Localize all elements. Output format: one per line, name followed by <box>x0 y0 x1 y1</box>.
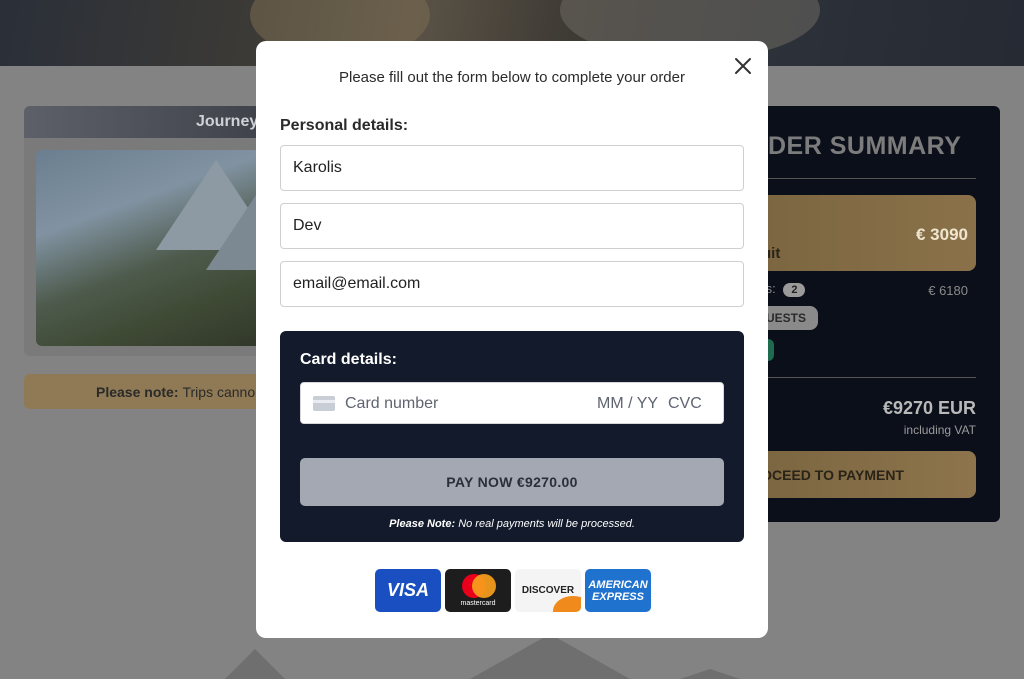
order-summary-title: DER SUMMARY <box>768 132 962 160</box>
credit-card-icon <box>313 396 335 411</box>
card-input-field[interactable]: Card number MM / YY CVC <box>300 382 724 424</box>
amex-wordmark-line1: AMERICAN <box>588 578 648 591</box>
payment-note: Please Note: No real payments will be pr… <box>280 518 744 530</box>
summary-trip-price: € 3090 <box>916 225 968 244</box>
card-number-placeholder[interactable]: Card number <box>345 395 438 413</box>
summary-divider <box>740 178 976 179</box>
card-details-label: Card details: <box>300 351 397 368</box>
email-field[interactable] <box>280 261 744 307</box>
participants-amount: € 6180 <box>928 283 968 298</box>
mastercard-wordmark: mastercard <box>460 600 496 607</box>
trip-note-text: Trips canno <box>182 383 256 400</box>
visa-logo: VISA <box>375 569 441 612</box>
mastercard-circles-icon <box>460 574 496 598</box>
first-name-field[interactable] <box>280 145 744 191</box>
card-expiry-placeholder[interactable]: MM / YY <box>597 395 658 413</box>
order-summary-panel: DER SUMMARY uit € 3090 ts: 2 € 6180 UEST… <box>740 106 1000 522</box>
mountain-silhouette-3 <box>680 669 740 679</box>
journey-header: Journey <box>24 106 284 138</box>
amex-wordmark-line2: EXPRESS <box>592 590 644 603</box>
participants-count-badge: 2 <box>783 283 806 297</box>
trip-note-bar: Please note: Trips canno <box>24 374 274 409</box>
payment-logos: VISA mastercard DISCOVER AMERICAN EXPRES… <box>375 569 651 612</box>
mountain-silhouette-2 <box>470 634 630 679</box>
mastercard-logo: mastercard <box>445 569 511 612</box>
summary-trip-item: uit € 3090 <box>740 195 976 271</box>
journey-photo <box>36 150 284 346</box>
total-amount: €9270 EUR <box>882 398 976 418</box>
trip-note-label: Please note: <box>96 383 179 400</box>
proceed-to-payment-button[interactable]: OCEED TO PAYMENT <box>740 451 976 498</box>
card-cvc-placeholder[interactable]: CVC <box>668 395 702 413</box>
discover-wordmark: DISCOVER <box>521 585 575 596</box>
discover-logo: DISCOVER <box>515 569 581 612</box>
payment-note-label: Please Note: <box>389 518 456 530</box>
amex-logo: AMERICAN EXPRESS <box>585 569 651 612</box>
summary-participants-row: ts: 2 € 6180 <box>762 281 968 298</box>
personal-details-label: Personal details: <box>280 117 409 134</box>
summary-divider-2 <box>740 377 976 378</box>
card-details-panel: Card details: Card number MM / YY CVC PA… <box>280 331 744 542</box>
total-vat-note: including VAT <box>903 423 976 437</box>
journey-card: Journey <box>24 106 284 356</box>
payment-note-text: No real payments will be processed. <box>458 518 635 530</box>
mountain-silhouette <box>225 649 285 679</box>
checkout-modal: Please fill out the form below to comple… <box>256 41 768 638</box>
last-name-field[interactable] <box>280 203 744 249</box>
modal-title: Please fill out the form below to comple… <box>338 69 685 86</box>
pay-now-button[interactable]: PAY NOW €9270.00 <box>300 458 724 506</box>
